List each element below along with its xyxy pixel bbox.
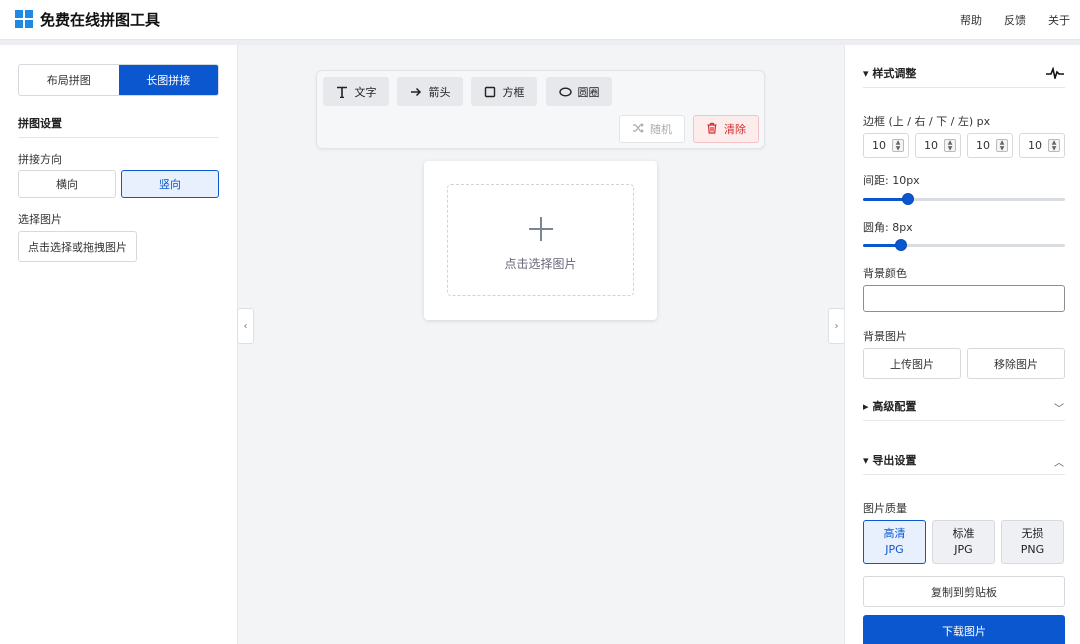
text-icon — [336, 85, 349, 98]
advanced-section-toggle[interactable]: ▸ 高级配置 — [863, 398, 1065, 414]
chevron-right-icon: › — [834, 320, 839, 332]
export-section-title: 导出设置 — [872, 454, 917, 467]
quality-hd-format: JPG — [885, 543, 904, 556]
gap-slider-thumb[interactable] — [902, 193, 914, 205]
remove-bg-image-button[interactable]: 移除图片 — [967, 348, 1065, 379]
box-tool-label: 方框 — [502, 85, 525, 99]
clear-label: 清除 — [724, 123, 746, 136]
border-right-input[interactable]: 10 ▲ ▼ — [915, 133, 961, 158]
bg-color-input[interactable] — [863, 285, 1065, 312]
trash-icon — [706, 122, 718, 137]
image-drop-zone[interactable]: 点击选择图片 — [447, 184, 634, 296]
tab-layout-collage[interactable]: 布局拼图 — [19, 65, 119, 95]
shuffle-icon — [632, 122, 644, 137]
plus-icon — [529, 217, 553, 241]
clear-button[interactable]: 清除 — [693, 115, 759, 143]
border-label: 边框 (上 / 右 / 下 / 左) px — [863, 115, 991, 128]
arrow-right-icon — [410, 85, 423, 98]
right-panel: ▾ 样式调整 边框 (上 / 右 / 下 / 左) px 10 ▲ ▼ 10 ▲ ▼… — [844, 45, 1080, 644]
annotation-toolbar: 文字 箭头 方框 圆圈 随机 清除 — [316, 70, 765, 149]
border-top-value: 10 — [872, 139, 886, 152]
chevron-down-icon[interactable]: ﹀ — [1054, 400, 1064, 415]
stepper-icon[interactable]: ▲ ▼ — [944, 139, 956, 152]
top-nav: 帮助 反馈 关于 — [960, 12, 1070, 28]
chevron-up-icon[interactable]: ︿ — [1054, 454, 1064, 469]
pick-images-button[interactable]: 点击选择或拖拽图片 — [18, 231, 137, 262]
radius-label: 圆角: 8px — [863, 221, 913, 234]
gap-slider[interactable] — [863, 193, 1065, 205]
arrow-tool-label: 箭头 — [428, 85, 451, 99]
caret-right-icon: ▸ — [863, 400, 869, 413]
quality-hd-jpg-button[interactable]: 高清 JPG — [863, 520, 926, 564]
collapse-left-handle[interactable]: ‹ — [237, 308, 254, 344]
section-title: 拼图设置 — [18, 117, 62, 130]
radius-slider[interactable] — [863, 239, 1065, 251]
border-bottom-value: 10 — [976, 139, 990, 152]
border-right-value: 10 — [924, 139, 938, 152]
left-panel: 布局拼图 长图拼接 拼图设置 拼接方向 横向 竖向 选择图片 点击选择或拖拽图片 — [0, 45, 238, 644]
advanced-section-title: 高级配置 — [872, 400, 917, 413]
quality-hd-name: 高清 — [883, 527, 906, 540]
stepper-icon[interactable]: ▲ ▼ — [1048, 139, 1060, 152]
quality-lossless-png-button[interactable]: 无损 PNG — [1001, 520, 1064, 564]
arrow-tool-button[interactable]: 箭头 — [397, 77, 463, 106]
nav-help[interactable]: 帮助 — [960, 12, 982, 28]
quality-lossless-format: PNG — [1020, 543, 1045, 556]
advanced-section-divider — [863, 420, 1065, 421]
border-left-input[interactable]: 10 ▲ ▼ — [1019, 133, 1065, 158]
caret-down-icon: ▾ — [863, 454, 869, 467]
direction-vertical-button[interactable]: 竖向 — [121, 170, 219, 198]
style-section-title: 样式调整 — [872, 67, 917, 80]
quality-label: 图片质量 — [863, 502, 907, 515]
border-bottom-input[interactable]: 10 ▲ ▼ — [967, 133, 1013, 158]
direction-horizontal-button[interactable]: 横向 — [18, 170, 116, 198]
export-section-toggle[interactable]: ▾ 导出设置 — [863, 452, 1065, 468]
quality-standard-name: 标准 — [952, 527, 975, 540]
drop-zone-text: 点击选择图片 — [504, 257, 577, 271]
chevron-left-icon: ‹ — [243, 320, 248, 332]
random-label: 随机 — [650, 123, 672, 136]
ellipse-icon — [558, 85, 572, 98]
squiggle-icon — [1045, 66, 1065, 82]
stepper-icon[interactable]: ▲ ▼ — [892, 139, 904, 152]
export-section-divider — [863, 474, 1065, 475]
copy-to-clipboard-button[interactable]: 复制到剪贴板 — [863, 576, 1065, 607]
circle-tool-button[interactable]: 圆圈 — [546, 77, 612, 106]
circle-tool-label: 圆圈 — [577, 85, 600, 99]
bg-color-label: 背景颜色 — [863, 267, 907, 280]
stepper-icon[interactable]: ▲ ▼ — [996, 139, 1008, 152]
app-title: 免费在线拼图工具 — [40, 11, 161, 29]
nav-feedback[interactable]: 反馈 — [1004, 12, 1026, 28]
mode-tabs: 布局拼图 长图拼接 — [18, 64, 219, 96]
collapse-right-handle[interactable]: › — [828, 308, 845, 344]
tab-long-stitch[interactable]: 长图拼接 — [118, 65, 218, 95]
border-top-input[interactable]: 10 ▲ ▼ — [863, 133, 909, 158]
border-left-value: 10 — [1028, 139, 1042, 152]
gap-label: 间距: 10px — [863, 174, 920, 187]
nav-about[interactable]: 关于 — [1048, 12, 1070, 28]
style-section-divider — [863, 87, 1065, 88]
app-header: 免费在线拼图工具 帮助 反馈 关于 — [0, 0, 1080, 40]
section-divider — [18, 137, 219, 138]
canvas-card: 点击选择图片 — [424, 161, 657, 320]
pick-label: 选择图片 — [18, 213, 62, 226]
style-section-toggle[interactable]: ▾ 样式调整 — [863, 65, 1065, 81]
text-tool-button[interactable]: 文字 — [323, 77, 389, 106]
box-tool-button[interactable]: 方框 — [471, 77, 537, 106]
logo-icon — [15, 10, 33, 28]
text-tool-label: 文字 — [354, 85, 377, 99]
bg-image-label: 背景图片 — [863, 330, 907, 343]
radius-slider-thumb[interactable] — [895, 239, 907, 251]
caret-down-icon: ▾ — [863, 67, 869, 80]
direction-label: 拼接方向 — [18, 153, 62, 166]
quality-lossless-name: 无损 — [1021, 527, 1044, 540]
quality-standard-format: JPG — [954, 543, 973, 556]
upload-bg-image-button[interactable]: 上传图片 — [863, 348, 961, 379]
square-icon — [484, 85, 497, 98]
random-button[interactable]: 随机 — [619, 115, 685, 143]
quality-standard-jpg-button[interactable]: 标准 JPG — [932, 520, 995, 564]
download-image-button[interactable]: 下载图片 — [863, 615, 1065, 644]
